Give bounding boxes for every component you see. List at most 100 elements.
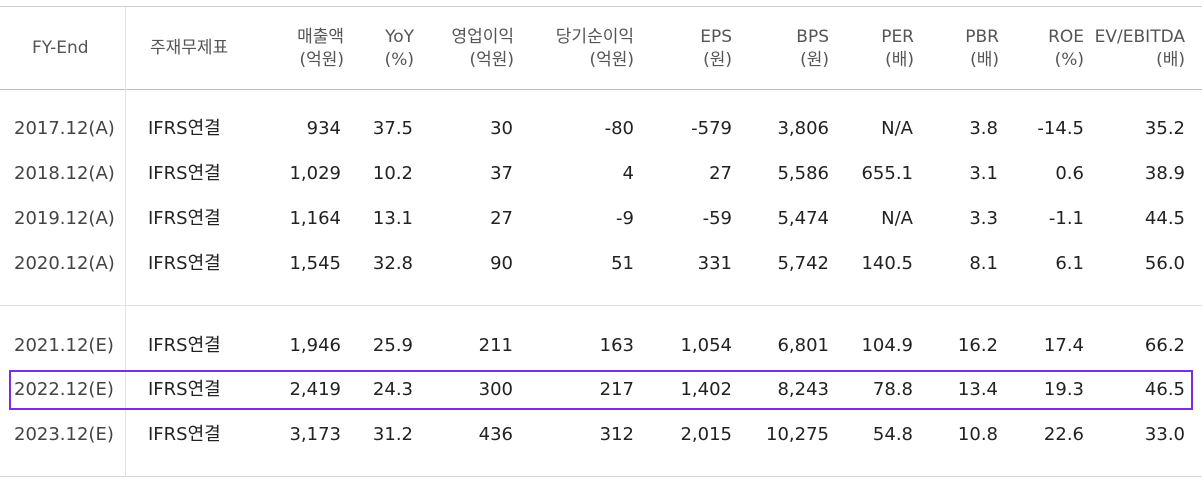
- statement-type-cell: IFRS연결: [148, 163, 221, 184]
- column-header: PBR (배): [965, 26, 999, 72]
- table-cell: -14.5: [1037, 118, 1084, 139]
- table-cell: 934: [306, 118, 341, 139]
- column-header-label: BPS: [796, 27, 829, 47]
- table-cell: 22.6: [1043, 424, 1084, 445]
- group-divider-rule: [0, 305, 1202, 306]
- column-header-label: 영업이익: [451, 27, 514, 47]
- table-cell: 211: [478, 335, 513, 356]
- column-header: 당기순이익 (억원): [556, 26, 634, 72]
- column-header: ROE (%): [1048, 26, 1084, 72]
- table-cell: -579: [691, 118, 732, 139]
- statement-type-cell: IFRS연결: [148, 424, 221, 445]
- table-cell: 5,586: [777, 163, 829, 184]
- table-cell: 6.1: [1055, 253, 1084, 274]
- column-header: EV/EBITDA (배): [1095, 26, 1185, 72]
- statement-type-cell: IFRS연결: [148, 253, 221, 274]
- table-cell: 331: [697, 253, 732, 274]
- column-header: FY-End: [32, 37, 89, 60]
- fy-end-cell: 2017.12(A): [14, 118, 115, 139]
- table-cell: 436: [478, 424, 513, 445]
- column-header-unit: (원): [703, 50, 732, 70]
- table-cell: 1,946: [289, 335, 341, 356]
- column-header-unit: (억원): [469, 50, 514, 70]
- column-header-unit: (%): [384, 50, 414, 70]
- table-cell: 4: [622, 163, 634, 184]
- column-header: BPS (원): [796, 26, 829, 72]
- table-cell: 27: [709, 163, 732, 184]
- table-cell: 27: [490, 208, 513, 229]
- column-header-label: ROE: [1048, 27, 1084, 47]
- fy-end-cell: 2018.12(A): [14, 163, 115, 184]
- table-cell: 30: [490, 118, 513, 139]
- table-bottom-rule: [0, 476, 1202, 477]
- table-cell: 25.9: [372, 335, 413, 356]
- column-header: EPS (원): [700, 26, 732, 72]
- table-cell: 140.5: [861, 253, 913, 274]
- column-header-unit: (억원): [589, 50, 634, 70]
- statement-type-cell: IFRS연결: [148, 118, 221, 139]
- table-cell: 5,474: [777, 208, 829, 229]
- column-header-label: PER: [881, 27, 914, 47]
- table-cell: 3.3: [969, 208, 998, 229]
- table-cell: 1,054: [680, 335, 732, 356]
- table-cell: 655.1: [861, 163, 913, 184]
- column-header: 주재무제표: [150, 37, 228, 60]
- table-cell: 56.0: [1144, 253, 1185, 274]
- header-bottom-rule: [0, 89, 1202, 90]
- table-cell: 5,742: [777, 253, 829, 274]
- table-cell: 35.2: [1144, 118, 1185, 139]
- highlight-box: [9, 370, 1193, 410]
- column-header-label: EV/EBITDA: [1094, 27, 1185, 47]
- column-header-label: YoY: [385, 27, 414, 47]
- table-cell: 51: [611, 253, 634, 274]
- statement-type-cell: IFRS연결: [148, 335, 221, 356]
- table-cell: -59: [702, 208, 732, 229]
- table-cell: 37.5: [372, 118, 413, 139]
- column-header-label: PBR: [965, 27, 999, 47]
- table-cell: N/A: [881, 208, 913, 229]
- column-header-label: 주재무제표: [150, 38, 229, 58]
- fy-end-cell: 2020.12(A): [14, 253, 115, 274]
- table-cell: 8.1: [969, 253, 998, 274]
- table-cell: 10.8: [957, 424, 998, 445]
- table-cell: 32.8: [372, 253, 413, 274]
- column-header-unit: (배): [885, 50, 914, 70]
- column-header-unit: (배): [1156, 50, 1185, 70]
- statement-type-cell: IFRS연결: [148, 208, 221, 229]
- table-cell: 3.8: [969, 118, 998, 139]
- column-header-label: FY-End: [32, 38, 89, 58]
- column-header: YoY (%): [385, 26, 414, 72]
- table-cell: 37: [490, 163, 513, 184]
- table-cell: 1,545: [289, 253, 341, 274]
- table-cell: 16.2: [957, 335, 998, 356]
- table-cell: 54.8: [872, 424, 913, 445]
- table-cell: -9: [616, 208, 634, 229]
- table-cell: 10.2: [372, 163, 413, 184]
- table-cell: 6,801: [777, 335, 829, 356]
- table-cell: 1,029: [289, 163, 341, 184]
- column-header-unit: (억원): [299, 50, 344, 70]
- table-cell: 44.5: [1144, 208, 1185, 229]
- column-header: PER (배): [881, 26, 914, 72]
- table-cell: 38.9: [1144, 163, 1185, 184]
- table-cell: -80: [604, 118, 634, 139]
- table-cell: 2,015: [680, 424, 732, 445]
- table-cell: -1.1: [1048, 208, 1084, 229]
- column-header-unit: (원): [800, 50, 829, 70]
- column-header: 매출액 (억원): [297, 26, 344, 72]
- fy-end-cell: 2019.12(A): [14, 208, 115, 229]
- fy-end-cell: 2023.12(E): [14, 424, 114, 445]
- table-cell: 90: [490, 253, 513, 274]
- table-cell: 66.2: [1144, 335, 1185, 356]
- table-cell: 17.4: [1043, 335, 1084, 356]
- table-cell: 33.0: [1144, 424, 1185, 445]
- table-cell: 3,806: [777, 118, 829, 139]
- table-cell: 3,173: [289, 424, 341, 445]
- fy-end-cell: 2021.12(E): [14, 335, 114, 356]
- column-header-unit: (배): [970, 50, 999, 70]
- table-cell: 163: [599, 335, 634, 356]
- table-cell: 104.9: [861, 335, 913, 356]
- column-header-label: EPS: [700, 27, 732, 47]
- table-cell: 3.1: [969, 163, 998, 184]
- table-cell: 0.6: [1055, 163, 1084, 184]
